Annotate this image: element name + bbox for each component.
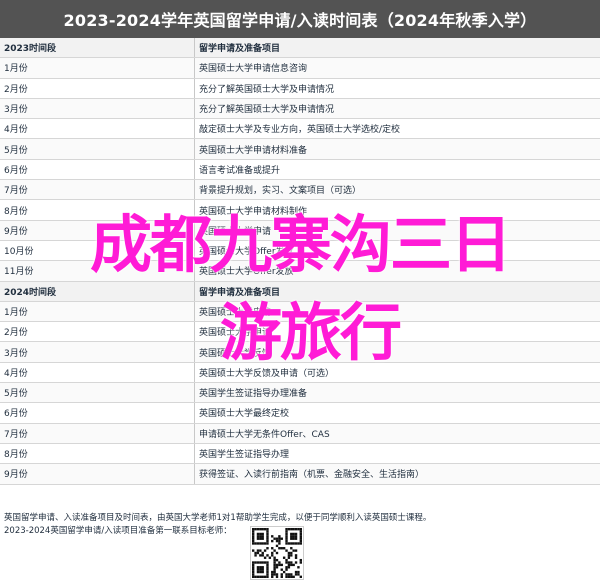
time-period-cell: 5月份: [0, 138, 195, 160]
project-cell: 充分了解英国硕士大学及申请情况: [194, 98, 600, 120]
time-period-cell: 2月份: [0, 321, 195, 343]
time-period-cell: 1月份: [0, 301, 195, 323]
project-cell: 英国硕士大学Offer发放: [194, 240, 600, 262]
table-row: 3月份 充分了解英国硕士大学及申请情况: [0, 98, 600, 120]
project-cell: 敲定硕士大学及专业方向，英国硕士大学选校/定校: [194, 118, 600, 140]
project-cell: 充分了解英国硕士大学及申请情况: [194, 78, 600, 99]
time-period-cell: 3月份: [0, 98, 195, 120]
time-period-cell: 6月份: [0, 402, 195, 424]
table-row: 10月份 英国硕士大学Offer发放: [0, 240, 600, 262]
time-period-cell: 7月份: [0, 179, 195, 201]
time-period-cell: 8月份: [0, 199, 195, 221]
table-row: 9月份 英国硕士大学申请: [0, 220, 600, 241]
table-row: 8月份 英国硕士大学申请材料制作: [0, 199, 600, 221]
time-period-cell: 4月份: [0, 118, 195, 140]
time-period-cell: 6月份: [0, 159, 195, 181]
schedule-title: 2023-2024学年英国留学申请/入读时间表（2024年秋季入学）: [0, 0, 600, 38]
time-period-cell: 10月份: [0, 240, 195, 262]
time-period-cell: 5月份: [0, 382, 195, 404]
project-cell: 英国硕士大学Offer发放: [194, 260, 600, 282]
qr-code-icon: [250, 526, 304, 580]
table-row: 2月份 充分了解英国硕士大学及申请情况: [0, 78, 600, 99]
project-cell: 语言考试准备或提升: [194, 159, 600, 181]
section-header-row: 2024时间段 留学申请及准备项目: [0, 281, 600, 302]
project-cell: 英国硕士大学申请材料制作: [194, 199, 600, 221]
table-row: 7月份 背景提升规划，实习、文案项目（可选）: [0, 179, 600, 201]
project-cell: 英国硕士大学反馈: [194, 341, 600, 363]
footer-line-1: 英国留学申请、入读准备项目及时间表，由英国大学老师1对1帮助学生完成，以便于同学…: [4, 513, 432, 523]
time-period-cell: 1月份: [0, 57, 195, 79]
time-period-cell: 2024时间段: [0, 281, 195, 302]
project-cell: 英国硕士大学反馈及申请（可选）: [194, 362, 600, 384]
project-cell: 英国硕士大学申请信息咨询: [194, 57, 600, 79]
time-period-cell: 9月份: [0, 220, 195, 241]
project-cell: 英国硕士大学申请: [194, 220, 600, 241]
project-cell: 英国学生签证指导办理: [194, 443, 600, 465]
project-cell: 英国硕士大学申请: [194, 301, 600, 323]
project-cell: 留学申请及准备项目: [194, 281, 600, 302]
time-period-cell: 2023时间段: [0, 38, 195, 59]
project-cell: 英国硕士大学申请材料准备: [194, 138, 600, 160]
table-row: 3月份 英国硕士大学反馈: [0, 341, 600, 363]
project-cell: 英国硕士大学最终定校: [194, 402, 600, 424]
table-row: 1月份 英国硕士大学申请信息咨询: [0, 57, 600, 79]
project-cell: 英国学生签证指导办理准备: [194, 382, 600, 404]
time-period-cell: 7月份: [0, 423, 195, 444]
project-cell: 获得签证、入读行前指南（机票、金融安全、生活指南）: [194, 463, 600, 485]
table-row: 11月份 英国硕士大学Offer发放: [0, 260, 600, 282]
time-period-cell: 3月份: [0, 341, 195, 363]
project-cell: 英国硕士大学申请: [194, 321, 600, 343]
time-period-cell: 11月份: [0, 260, 195, 282]
table-row: 4月份 敲定硕士大学及专业方向，英国硕士大学选校/定校: [0, 118, 600, 140]
time-period-cell: 8月份: [0, 443, 195, 465]
schedule-table: 2023时间段 留学申请及准备项目 1月份 英国硕士大学申请信息咨询 2月份 充分了解英国…: [0, 38, 600, 485]
table-row: 1月份 英国硕士大学申请: [0, 301, 600, 323]
time-period-cell: 2月份: [0, 78, 195, 99]
table-row: 6月份 英国硕士大学最终定校: [0, 402, 600, 424]
section-header-row: 2023时间段 留学申请及准备项目: [0, 38, 600, 59]
table-row: 9月份 获得签证、入读行前指南（机票、金融安全、生活指南）: [0, 463, 600, 485]
project-cell: 留学申请及准备项目: [194, 38, 600, 59]
project-cell: 背景提升规划，实习、文案项目（可选）: [194, 179, 600, 201]
table-row: 5月份 英国硕士大学申请材料准备: [0, 138, 600, 160]
table-row: 5月份 英国学生签证指导办理准备: [0, 382, 600, 404]
table-row: 8月份 英国学生签证指导办理: [0, 443, 600, 465]
table-row: 4月份 英国硕士大学反馈及申请（可选）: [0, 362, 600, 384]
time-period-cell: 4月份: [0, 362, 195, 384]
table-row: 2月份 英国硕士大学申请: [0, 321, 600, 343]
table-row: 6月份 语言考试准备或提升: [0, 159, 600, 181]
project-cell: 申请硕士大学无条件Offer、CAS: [194, 423, 600, 444]
time-period-cell: 9月份: [0, 463, 195, 485]
table-row: 7月份 申请硕士大学无条件Offer、CAS: [0, 423, 600, 444]
